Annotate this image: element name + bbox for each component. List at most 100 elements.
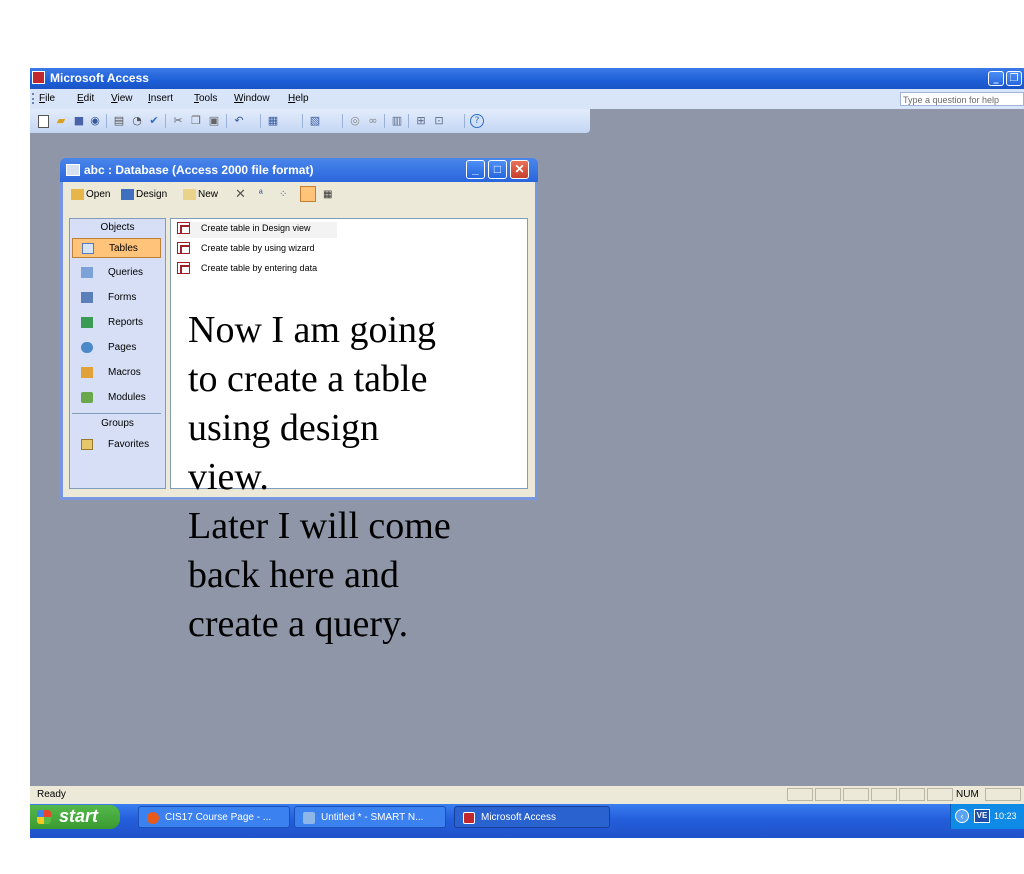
design-icon: [121, 189, 134, 200]
properties-icon[interactable]: ▥: [390, 114, 404, 128]
task-cis17[interactable]: CIS17 Course Page - ...: [138, 806, 290, 828]
annotation-text: Now I am going to create a table using d…: [188, 306, 508, 649]
database-window-title: abc : Database (Access 2000 file format): [84, 163, 314, 177]
large-icons-icon[interactable]: ª: [259, 189, 263, 200]
annotation-line: Later I will come: [188, 505, 451, 547]
form-icon: [81, 292, 93, 303]
menu-insert[interactable]: Insert: [148, 93, 173, 104]
object-pages[interactable]: Pages: [72, 338, 161, 358]
start-button[interactable]: start: [30, 805, 120, 829]
access-app-window: Microsoft Access _ ❐ File Edit View Inse…: [30, 68, 1024, 838]
open-button[interactable]: Open: [71, 189, 110, 200]
small-icons-icon[interactable]: ⁘: [279, 189, 287, 200]
favorites-folder-icon: [81, 439, 93, 450]
annotation-line: view.: [188, 456, 269, 498]
access-key-icon: [463, 812, 475, 824]
tray-app-icon[interactable]: VE: [974, 809, 990, 823]
windows-logo-icon: [37, 810, 51, 824]
page-icon: [81, 342, 93, 353]
menu-help[interactable]: Help: [288, 93, 309, 104]
new-object-small-icon: [183, 189, 196, 200]
cut-icon[interactable]: ✂: [171, 114, 185, 128]
menu-grip-icon: [32, 93, 36, 104]
list-item[interactable]: Create table by entering data: [177, 262, 337, 278]
groups-header: Groups: [101, 418, 134, 429]
code-icon[interactable]: ◎: [348, 114, 362, 128]
paste-icon[interactable]: ▣: [207, 114, 221, 128]
print-icon[interactable]: ▤: [112, 114, 126, 128]
system-tray: ‹ VE 10:23: [950, 804, 1024, 829]
objects-bar: Objects Tables Queries Forms Reports Pag…: [69, 218, 166, 489]
chevron-left-icon[interactable]: ‹: [955, 809, 969, 823]
office-links-icon[interactable]: ▦: [266, 114, 280, 128]
object-modules[interactable]: Modules: [72, 388, 161, 408]
task-microsoft-access[interactable]: Microsoft Access: [454, 806, 610, 828]
query-icon: [81, 267, 93, 278]
new-object-icon[interactable]: ⊡: [432, 114, 446, 128]
delete-icon[interactable]: ✕: [235, 186, 246, 202]
object-reports[interactable]: Reports: [72, 313, 161, 333]
annotation-line: create a query.: [188, 603, 409, 645]
database-window-title-bar[interactable]: abc : Database (Access 2000 file format)…: [60, 158, 538, 182]
annotation-line: using design: [188, 407, 380, 449]
access-key-icon: [32, 71, 45, 84]
standard-toolbar: ▰ ■ ◉ ▤ ◔ ✔ ✂ ❐ ▣ ↶ ▦ ▧ ◎ ∞ ▥ ⊞ ⊡ ?: [30, 109, 590, 133]
table-icon: [82, 243, 94, 254]
object-forms[interactable]: Forms: [72, 288, 161, 308]
menu-window[interactable]: Window: [234, 93, 270, 104]
status-text: Ready: [37, 789, 66, 800]
objects-header: Objects: [100, 222, 135, 233]
create-shortcut-icon: [177, 242, 190, 254]
save-icon[interactable]: ■: [72, 114, 86, 128]
report-icon: [81, 317, 93, 328]
print-preview-icon[interactable]: ◔: [130, 114, 144, 128]
object-macros[interactable]: Macros: [72, 363, 161, 383]
status-cell: [815, 788, 841, 801]
menu-edit[interactable]: Edit: [77, 93, 94, 104]
status-bar: Ready NUM: [30, 786, 1024, 804]
taskbar: start CIS17 Course Page - ... Untitled *…: [30, 804, 1024, 838]
help-question-field[interactable]: Type a question for help: [900, 92, 1024, 106]
script-icon[interactable]: ∞: [366, 114, 380, 128]
menu-bar: File Edit View Insert Tools Window Help …: [30, 89, 1024, 109]
status-cell: [927, 788, 953, 801]
task-smart-notebook[interactable]: Untitled * - SMART N...: [294, 806, 446, 828]
open-icon[interactable]: ▰: [54, 114, 68, 128]
menu-file[interactable]: File: [39, 93, 55, 104]
app-title-bar[interactable]: Microsoft Access _ ❐: [30, 68, 1024, 89]
analyze-icon[interactable]: ▧: [308, 114, 322, 128]
status-cell: [985, 788, 1021, 801]
status-cell: [843, 788, 869, 801]
details-view-icon[interactable]: ▦: [323, 189, 332, 200]
minimize-button[interactable]: _: [988, 71, 1004, 86]
db-maximize-button[interactable]: □: [488, 160, 507, 179]
new-icon[interactable]: [38, 115, 49, 128]
restore-button[interactable]: ❐: [1006, 71, 1022, 86]
object-queries[interactable]: Queries: [72, 263, 161, 283]
design-button[interactable]: Design: [121, 189, 167, 200]
macro-icon: [81, 367, 93, 378]
copy-icon[interactable]: ❐: [189, 114, 203, 128]
annotation-line: Now I am going: [188, 309, 437, 351]
undo-icon[interactable]: ↶: [232, 114, 246, 128]
spelling-icon[interactable]: ✔: [147, 114, 161, 128]
list-item[interactable]: Create table by using wizard: [177, 242, 337, 258]
database-icon: [66, 164, 80, 176]
objects-divider: [72, 413, 161, 414]
list-item[interactable]: Create table in Design view: [177, 222, 337, 238]
group-favorites[interactable]: Favorites: [72, 435, 161, 455]
db-minimize-button[interactable]: _: [466, 160, 485, 179]
list-view-icon[interactable]: [300, 186, 316, 202]
app-title: Microsoft Access: [50, 71, 149, 85]
menu-view[interactable]: View: [111, 93, 133, 104]
object-tables[interactable]: Tables: [72, 238, 161, 258]
relationships-icon[interactable]: ⊞: [414, 114, 428, 128]
clock[interactable]: 10:23: [994, 811, 1017, 821]
browser-icon: [147, 812, 159, 824]
new-button[interactable]: New: [183, 189, 218, 200]
menu-tools[interactable]: Tools: [194, 93, 217, 104]
db-close-button[interactable]: ✕: [510, 160, 529, 179]
help-icon[interactable]: ?: [470, 114, 484, 128]
search-icon[interactable]: ◉: [88, 114, 102, 128]
annotation-line: to create a table: [188, 358, 428, 400]
